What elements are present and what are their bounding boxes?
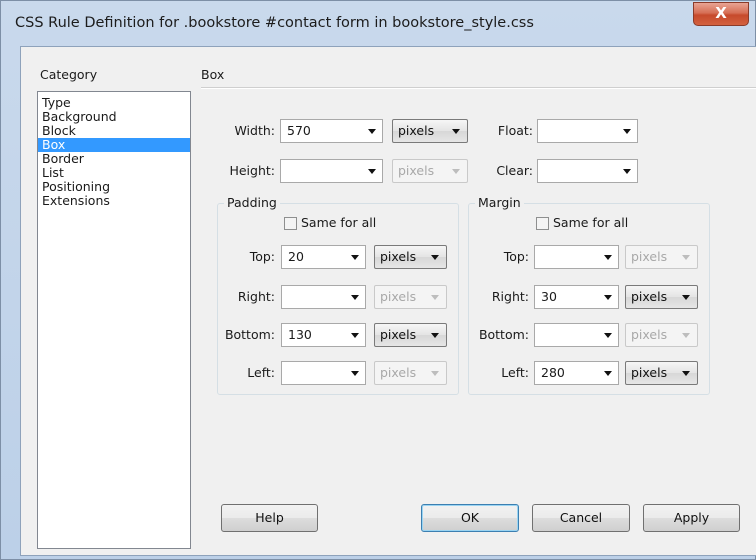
- margin-bottom-input[interactable]: [534, 323, 619, 347]
- margin-top-label: Top:: [503, 249, 529, 264]
- margin-left-unit-value: pixels: [631, 365, 668, 380]
- chevron-down-icon[interactable]: [431, 333, 439, 338]
- margin-right-value: 30: [541, 289, 557, 304]
- margin-bottom-unit-value: pixels: [631, 327, 668, 342]
- width-value: 570: [287, 123, 311, 138]
- category-item-background[interactable]: Background: [38, 110, 190, 124]
- padding-left-input[interactable]: [281, 361, 366, 385]
- margin-left-unit-select[interactable]: pixels: [625, 361, 698, 385]
- category-item-extensions[interactable]: Extensions: [38, 194, 190, 208]
- category-item-list[interactable]: List: [38, 166, 190, 180]
- window-title: CSS Rule Definition for .bookstore #cont…: [15, 15, 534, 31]
- margin-top-unit-select: pixels: [625, 245, 698, 269]
- help-button[interactable]: Help: [221, 504, 318, 532]
- padding-bottom-unit-select[interactable]: pixels: [374, 323, 447, 347]
- chevron-down-icon[interactable]: [351, 295, 359, 300]
- dialog-window: CSS Rule Definition for .bookstore #cont…: [0, 0, 756, 560]
- float-select[interactable]: [537, 119, 638, 143]
- chevron-down-icon[interactable]: [431, 255, 439, 260]
- panel-divider: [201, 87, 756, 89]
- margin-right-unit-select[interactable]: pixels: [625, 285, 698, 309]
- chevron-down-icon[interactable]: [368, 129, 376, 134]
- chevron-down-icon[interactable]: [351, 333, 359, 338]
- clear-select[interactable]: [537, 159, 638, 183]
- margin-left-value: 280: [541, 365, 565, 380]
- title-bar: CSS Rule Definition for .bookstore #cont…: [1, 1, 755, 45]
- margin-right-unit-value: pixels: [631, 289, 668, 304]
- padding-left-unit-value: pixels: [380, 365, 417, 380]
- chevron-down-icon[interactable]: [604, 295, 612, 300]
- dialog-body: Category Box Type Background Block Box B…: [20, 46, 756, 556]
- margin-same-label[interactable]: Same for all: [553, 211, 628, 235]
- padding-right-input[interactable]: [281, 285, 366, 309]
- padding-top-unit-value: pixels: [380, 249, 417, 264]
- category-item-type[interactable]: Type: [38, 96, 190, 110]
- padding-bottom-label: Bottom:: [224, 327, 275, 342]
- category-item-box[interactable]: Box: [38, 138, 190, 152]
- clear-label: Clear:: [496, 163, 533, 178]
- chevron-down-icon: [452, 169, 460, 174]
- width-input[interactable]: 570: [280, 119, 383, 143]
- height-input[interactable]: [280, 159, 383, 183]
- padding-top-value: 20: [288, 249, 304, 264]
- padding-right-unit-value: pixels: [380, 289, 417, 304]
- category-item-positioning[interactable]: Positioning: [38, 180, 190, 194]
- category-list[interactable]: Type Background Block Box Border List Po…: [37, 91, 191, 549]
- height-unit-select: pixels: [392, 159, 468, 183]
- padding-left-label: Left:: [247, 365, 275, 380]
- height-label: Height:: [229, 163, 275, 178]
- float-label: Float:: [497, 123, 533, 138]
- chevron-down-icon[interactable]: [604, 333, 612, 338]
- chevron-down-icon[interactable]: [604, 371, 612, 376]
- chevron-down-icon[interactable]: [623, 129, 631, 134]
- margin-left-label: Left:: [501, 365, 529, 380]
- margin-top-input[interactable]: [534, 245, 619, 269]
- margin-top-unit-value: pixels: [631, 249, 668, 264]
- category-item-border[interactable]: Border: [38, 152, 190, 166]
- margin-bottom-label: Bottom:: [478, 327, 529, 342]
- padding-same-label[interactable]: Same for all: [301, 211, 376, 235]
- width-unit-select[interactable]: pixels: [392, 119, 468, 143]
- padding-left-unit-select: pixels: [374, 361, 447, 385]
- margin-legend: Margin: [475, 195, 524, 210]
- chevron-down-icon: [431, 295, 439, 300]
- chevron-down-icon[interactable]: [452, 129, 460, 134]
- chevron-down-icon[interactable]: [604, 255, 612, 260]
- padding-right-label: Right:: [237, 289, 275, 304]
- margin-left-input[interactable]: 280: [534, 361, 619, 385]
- margin-right-input[interactable]: 30: [534, 285, 619, 309]
- cancel-button[interactable]: Cancel: [532, 504, 630, 532]
- ok-button[interactable]: OK: [421, 504, 519, 532]
- chevron-down-icon[interactable]: [682, 295, 690, 300]
- padding-right-unit-select: pixels: [374, 285, 447, 309]
- chevron-down-icon[interactable]: [682, 371, 690, 376]
- category-item-block[interactable]: Block: [38, 124, 190, 138]
- close-button[interactable]: X: [693, 2, 749, 26]
- width-label: Width:: [234, 123, 275, 138]
- padding-top-input[interactable]: 20: [281, 245, 366, 269]
- padding-top-unit-select[interactable]: pixels: [374, 245, 447, 269]
- padding-bottom-value: 130: [288, 327, 312, 342]
- chevron-down-icon[interactable]: [351, 371, 359, 376]
- chevron-down-icon[interactable]: [623, 169, 631, 174]
- height-unit-value: pixels: [398, 163, 435, 178]
- padding-legend: Padding: [224, 195, 280, 210]
- padding-bottom-input[interactable]: 130: [281, 323, 366, 347]
- margin-same-checkbox[interactable]: [536, 217, 549, 230]
- chevron-down-icon: [431, 371, 439, 376]
- chevron-down-icon[interactable]: [351, 255, 359, 260]
- chevron-down-icon: [682, 333, 690, 338]
- margin-right-label: Right:: [491, 289, 529, 304]
- padding-bottom-unit-value: pixels: [380, 327, 417, 342]
- chevron-down-icon[interactable]: [368, 169, 376, 174]
- padding-same-checkbox[interactable]: [284, 217, 297, 230]
- close-icon[interactable]: X: [715, 4, 727, 22]
- margin-bottom-unit-select: pixels: [625, 323, 698, 347]
- width-unit-value: pixels: [398, 123, 435, 138]
- apply-button[interactable]: Apply: [643, 504, 740, 532]
- chevron-down-icon: [682, 255, 690, 260]
- panel-title: Box: [201, 67, 225, 82]
- padding-top-label: Top:: [249, 249, 275, 264]
- category-heading: Category: [40, 67, 98, 82]
